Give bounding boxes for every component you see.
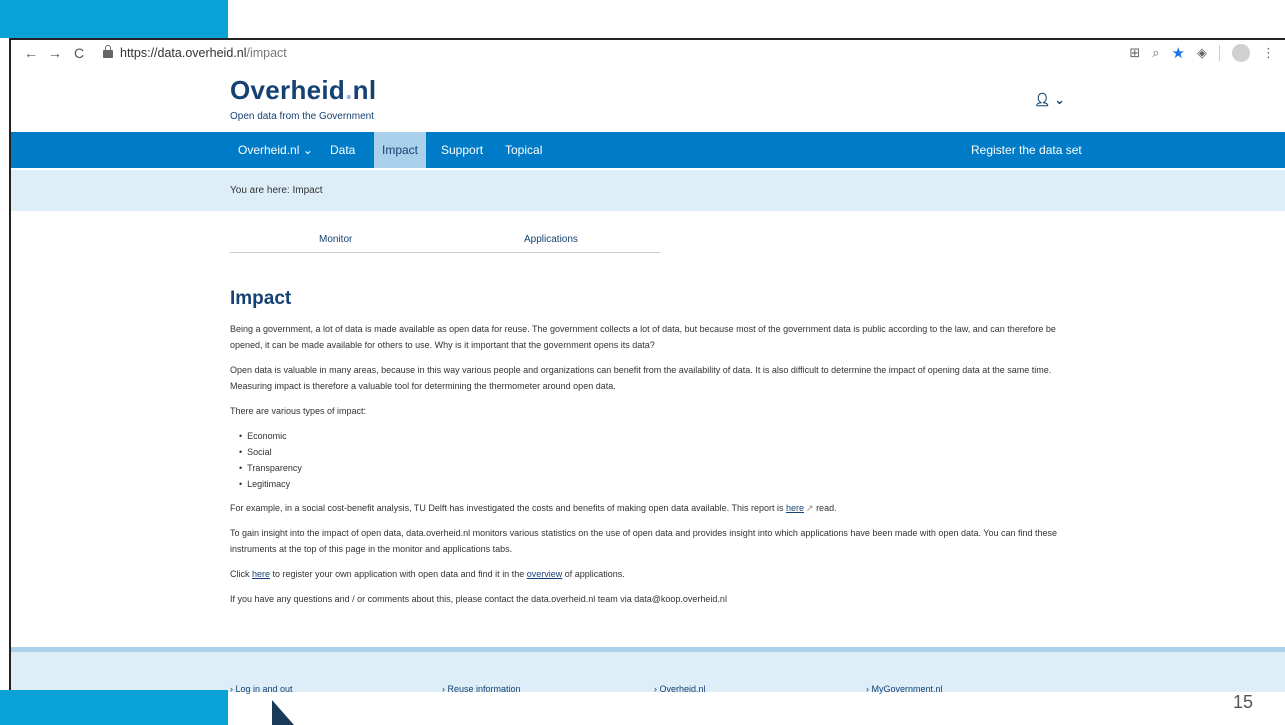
footer-link-reuse[interactable]: › Reuse information: [442, 684, 521, 694]
register-paragraph: Click here to register your own applicat…: [230, 566, 1090, 582]
nav-item-impact[interactable]: Impact: [374, 132, 427, 168]
lock-icon: [103, 45, 113, 58]
register-text-b: to register your own application with op…: [272, 569, 525, 579]
subtabs: Monitor Applications: [230, 232, 660, 253]
slide-accent-top: [0, 0, 228, 38]
tab-monitor[interactable]: Monitor: [319, 234, 352, 245]
register-text-c: of applications.: [564, 569, 625, 579]
slide-accent-bottom: [0, 690, 228, 725]
list-item: Economic: [239, 428, 1090, 444]
list-item: Social: [239, 444, 1090, 460]
value-paragraph: Open data is valuable in many areas, bec…: [230, 365, 1052, 391]
zoom-icon[interactable]: ⌕: [1152, 45, 1159, 61]
site-logo[interactable]: Overheid.nl: [230, 75, 376, 106]
overview-link[interactable]: overview: [527, 569, 563, 579]
site-tagline: Open data from the Government: [230, 111, 374, 122]
url-path: /impact: [246, 46, 287, 60]
browser-window: ← → C https://data.overheid.nl/impact ⊞ …: [9, 38, 1285, 694]
list-item: Legitimacy: [239, 476, 1090, 492]
logo-tld: nl: [352, 75, 377, 105]
register-text-a: Click: [230, 569, 250, 579]
nav-item-overheid[interactable]: Overheid.nl ⌄: [230, 132, 321, 168]
user-menu-button[interactable]: 👤︎ ⌄: [1034, 92, 1065, 108]
report-paragraph: For example, in a social cost-benefit an…: [230, 500, 1090, 516]
main-content: Impact Being a government, a lot of data…: [230, 288, 1090, 616]
address-bar[interactable]: https://data.overheid.nl/impact: [103, 45, 287, 60]
monitor-paragraph: To gain insight into the impact of open …: [230, 528, 1058, 554]
profile-avatar-icon[interactable]: [1232, 44, 1250, 62]
page-title: Impact: [230, 288, 292, 309]
main-nav: Overheid.nl ⌄ Data Impact Support Topica…: [11, 132, 1285, 168]
footer-link-mygovernment[interactable]: › MyGovernment.nl: [866, 684, 943, 694]
user-icon: 👤︎: [1034, 92, 1051, 107]
extension-icon[interactable]: ◈: [1197, 45, 1207, 61]
report-link[interactable]: here: [786, 503, 804, 513]
logo-main: Overheid: [230, 75, 346, 105]
nav-item-topical[interactable]: Topical: [497, 132, 550, 168]
types-intro: There are various types of impact:: [230, 406, 367, 416]
footer-link-overheid[interactable]: › Overheid.nl: [654, 684, 706, 694]
report-text-end: read.: [816, 503, 837, 513]
intro-paragraph: Being a government, a lot of data is mad…: [230, 324, 1056, 350]
browser-menu-icon[interactable]: ⋮: [1262, 45, 1275, 61]
nav-item-support[interactable]: Support: [433, 132, 491, 168]
breadcrumb-bar: You are here: Impact: [11, 170, 1285, 211]
url-host: https://data.overheid.nl: [120, 46, 247, 60]
breadcrumb-prefix: You are here:: [230, 185, 290, 196]
toolbar-actions: ⊞ ⌕ ★ ◈ ⋮: [1129, 44, 1275, 62]
register-app-link[interactable]: here: [252, 569, 270, 579]
footer: › Log in and out › Reuse information › O…: [11, 652, 1285, 694]
contact-paragraph: If you have any questions and / or comme…: [230, 594, 727, 604]
browser-toolbar: ← → C https://data.overheid.nl/impact ⊞ …: [11, 40, 1285, 66]
forward-icon[interactable]: →: [43, 45, 67, 61]
nav-item-data[interactable]: Data: [322, 132, 363, 168]
logo-dot: .: [345, 75, 353, 105]
footer-link-login[interactable]: › Log in and out: [230, 684, 293, 694]
translate-icon[interactable]: ⊞: [1129, 45, 1140, 61]
bookmark-star-icon[interactable]: ★: [1172, 44, 1185, 62]
slide-decoration: [272, 700, 294, 725]
breadcrumb: You are here: Impact: [230, 185, 322, 196]
impact-types-list: Economic Social Transparency Legitimacy: [230, 428, 1090, 492]
chevron-down-icon: ⌄: [1054, 92, 1066, 107]
tab-applications[interactable]: Applications: [524, 234, 578, 245]
register-dataset-link[interactable]: Register the data set: [963, 132, 1090, 168]
toolbar-divider: [1219, 45, 1220, 61]
breadcrumb-current[interactable]: Impact: [292, 185, 322, 196]
report-text: For example, in a social cost-benefit an…: [230, 503, 784, 513]
list-item: Transparency: [239, 460, 1090, 476]
back-icon[interactable]: ←: [19, 45, 43, 61]
reload-icon[interactable]: C: [67, 45, 91, 61]
external-link-icon: ↗: [806, 503, 814, 513]
slide-page-number: 15: [1232, 692, 1253, 712]
site-header: Overheid.nl Open data from the Governmen…: [11, 66, 1285, 132]
